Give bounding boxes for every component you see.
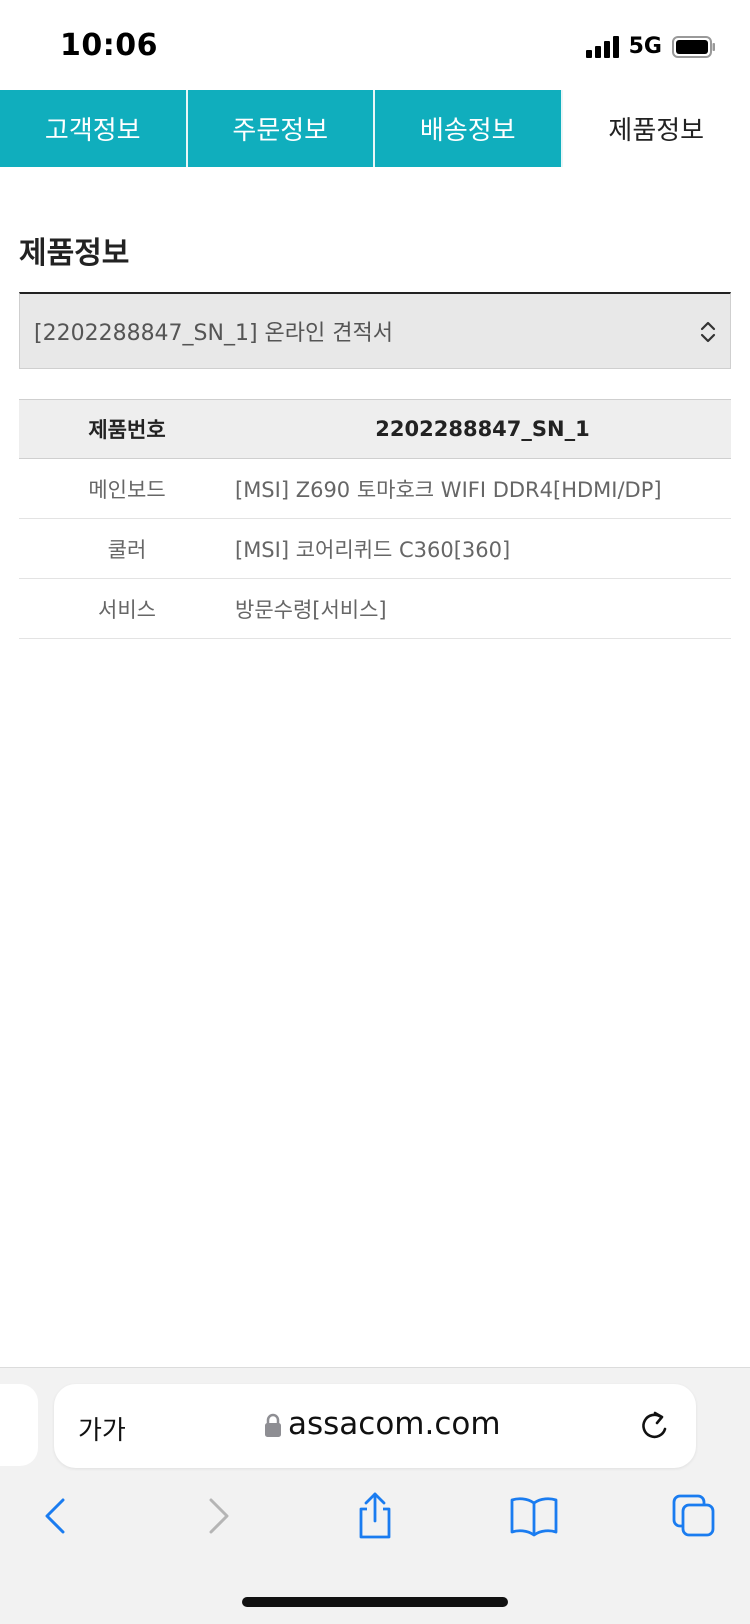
tabs-icon (671, 1493, 717, 1539)
previous-tab-preview[interactable] (0, 1384, 38, 1466)
section-title: 제품정보 (19, 228, 129, 272)
row-value: 방문수령[서비스] (235, 579, 731, 639)
table-row: 서비스 방문수령[서비스] (19, 579, 731, 639)
home-indicator (242, 1597, 508, 1607)
url-text: assacom.com (288, 1406, 501, 1442)
page-settings-button[interactable]: 가가 (78, 1410, 126, 1447)
forward-button[interactable] (188, 1486, 248, 1546)
table-row: 쿨러 [MSI] 코어리퀴드 C360[360] (19, 519, 731, 579)
tab-order-info[interactable]: 주문정보 (188, 90, 376, 167)
network-type: 5G (629, 34, 662, 59)
row-label: 서비스 (19, 579, 235, 639)
chevron-left-icon (41, 1496, 71, 1536)
row-value: [MSI] 코어리퀴드 C360[360] (235, 519, 731, 579)
tab-shipping-info[interactable]: 배송정보 (375, 90, 563, 167)
product-table: 제품번호 2202288847_SN_1 메인보드 [MSI] Z690 토마호… (19, 399, 731, 639)
header-value: 2202288847_SN_1 (235, 400, 731, 459)
address-bar[interactable]: 가가 assacom.com (54, 1384, 696, 1468)
book-icon (509, 1494, 559, 1538)
browser-nav-row (0, 1486, 750, 1566)
row-value: [MSI] Z690 토마호크 WIFI DDR4[HDMI/DP] (235, 459, 731, 519)
header-label: 제품번호 (19, 400, 235, 459)
row-label: 메인보드 (19, 459, 235, 519)
chevron-up-down-icon (698, 320, 718, 344)
cellular-signal-icon (586, 36, 619, 58)
table-header-row: 제품번호 2202288847_SN_1 (19, 400, 731, 459)
tabs-button[interactable] (664, 1486, 724, 1546)
share-icon (353, 1491, 397, 1541)
lock-icon (264, 1412, 282, 1438)
share-button[interactable] (345, 1486, 405, 1546)
status-time: 10:06 (60, 28, 158, 63)
status-bar: 10:06 5G (0, 0, 750, 90)
back-button[interactable] (26, 1486, 86, 1546)
info-tabs: 고객정보 주문정보 배송정보 제품정보 (0, 90, 750, 167)
quote-select-value: [2202288847_SN_1] 온라인 견적서 (34, 315, 393, 347)
quote-select[interactable]: [2202288847_SN_1] 온라인 견적서 (19, 292, 731, 369)
status-indicators: 5G (586, 34, 716, 59)
tab-product-info[interactable]: 제품정보 (563, 90, 750, 167)
reload-icon[interactable] (638, 1408, 672, 1444)
row-label: 쿨러 (19, 519, 235, 579)
browser-toolbar: 가가 assacom.com (0, 1367, 750, 1624)
tab-customer-info[interactable]: 고객정보 (0, 90, 188, 167)
battery-icon (672, 36, 716, 58)
bookmarks-button[interactable] (504, 1486, 564, 1546)
chevron-right-icon (203, 1496, 233, 1536)
table-row: 메인보드 [MSI] Z690 토마호크 WIFI DDR4[HDMI/DP] (19, 459, 731, 519)
